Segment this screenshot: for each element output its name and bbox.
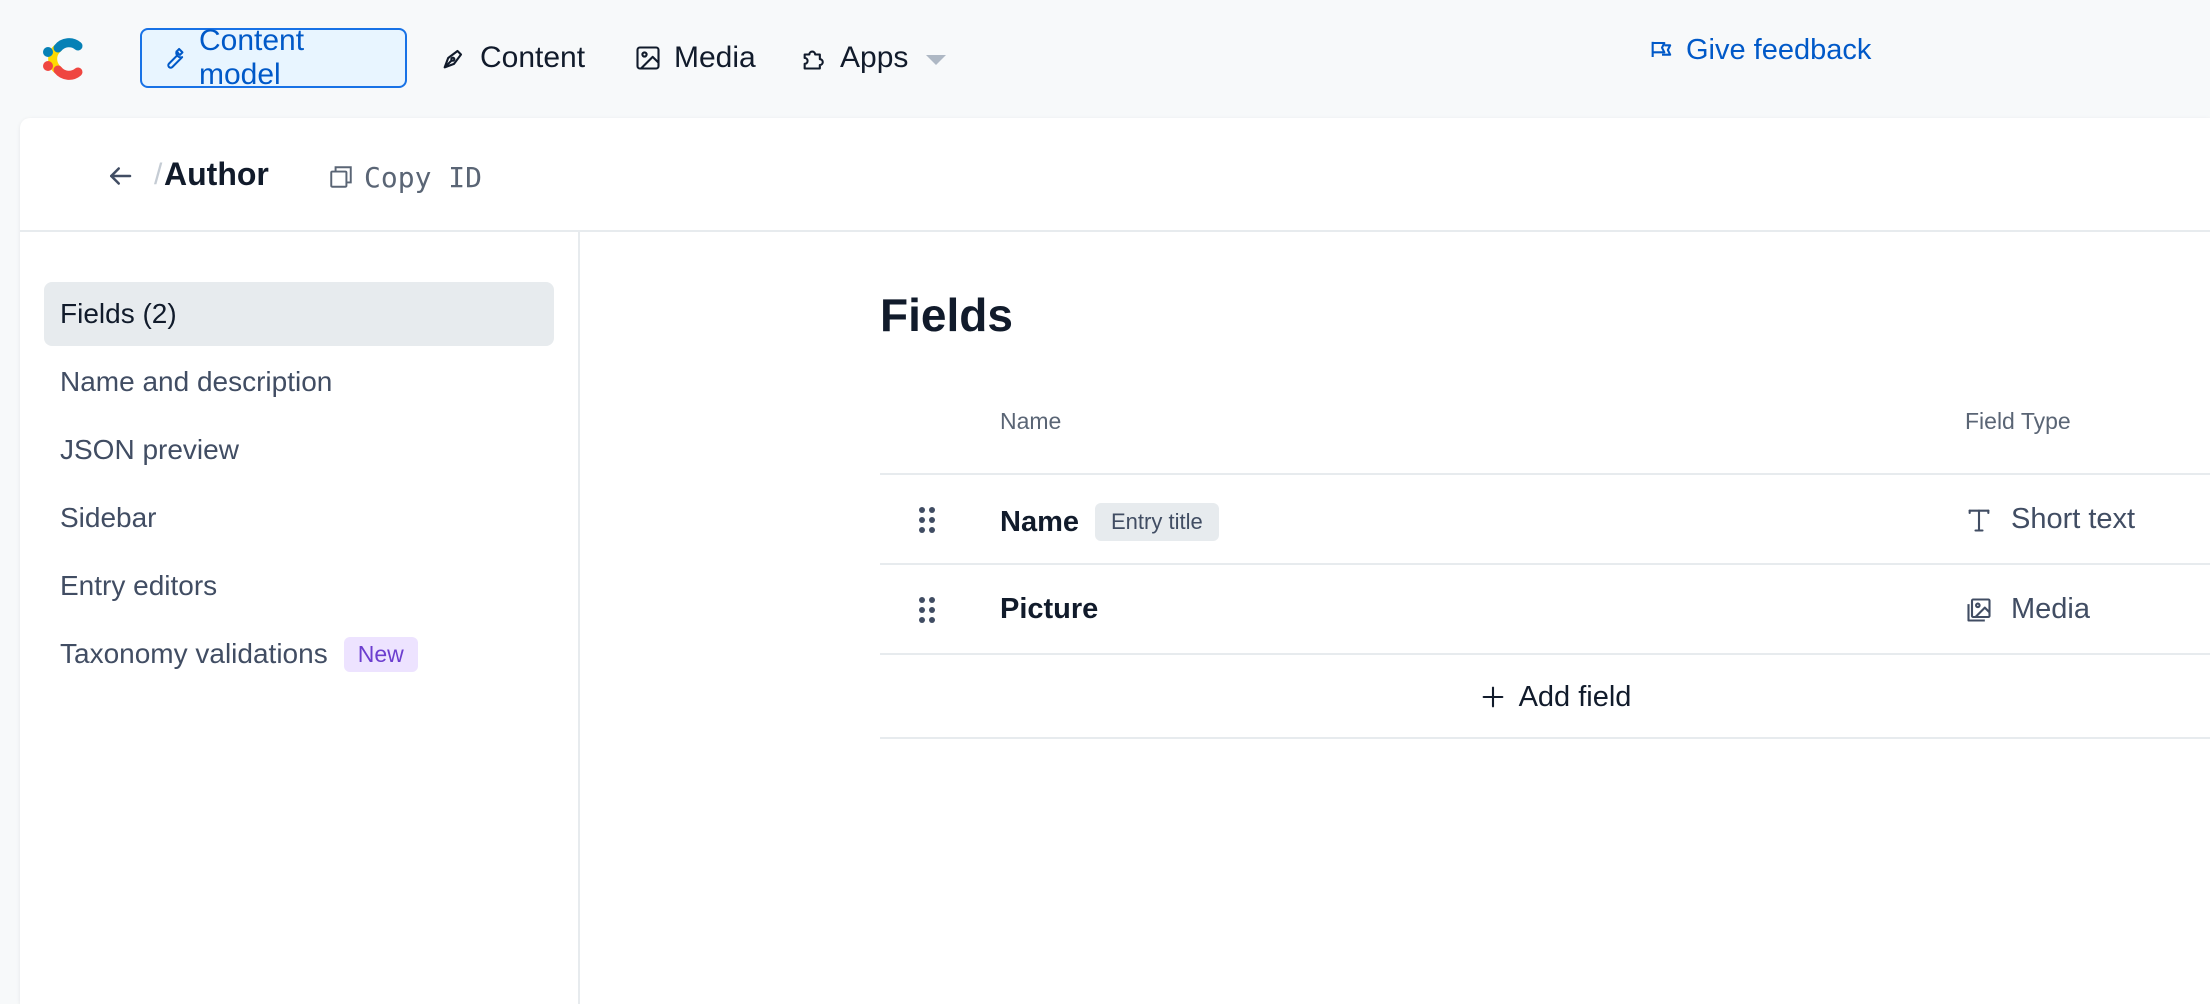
field-name-text: Name bbox=[1000, 505, 1079, 538]
sidebar-item-entry-editors[interactable]: Entry editors bbox=[44, 554, 554, 618]
sidebar-item-label: Fields (2) bbox=[60, 298, 177, 329]
back-button[interactable] bbox=[82, 154, 158, 198]
chevron-down-icon bbox=[926, 55, 947, 65]
nav-content-model[interactable]: Content model bbox=[140, 24, 407, 91]
top-navigation: Content model Content Media Apps Give fe… bbox=[0, 0, 2210, 118]
field-name: Picture bbox=[1000, 593, 1098, 626]
drag-handle-icon[interactable] bbox=[916, 505, 938, 535]
field-name: Name Entry title bbox=[1000, 503, 1219, 541]
copy-id-label: Copy ID bbox=[364, 160, 483, 194]
field-name-text: Picture bbox=[1000, 593, 1099, 625]
give-feedback-link[interactable]: Give feedback bbox=[1648, 28, 1871, 72]
wrench-icon bbox=[167, 47, 184, 69]
nav-label: Content bbox=[480, 41, 586, 74]
arrow-left-icon bbox=[110, 167, 132, 185]
text-t-icon bbox=[1968, 509, 1990, 532]
sidebar-item-label: Taxonomy validations bbox=[60, 638, 328, 669]
panel-header: / Author Copy ID bbox=[20, 118, 2210, 232]
feedback-label: Give feedback bbox=[1686, 33, 1872, 66]
fields-heading: Fields bbox=[880, 289, 1013, 341]
content-type-panel: / Author Copy ID Fields (2) Name and des… bbox=[20, 118, 2210, 1004]
nav-label: Content model bbox=[198, 24, 305, 91]
copy-id-button[interactable]: Copy ID bbox=[328, 158, 482, 196]
table-row[interactable]: Picture Media bbox=[880, 565, 2210, 655]
column-header-name: Name bbox=[1000, 408, 1062, 434]
sidebar-item-label: Entry editors bbox=[60, 570, 218, 601]
column-header-field-type: Field Type bbox=[1965, 408, 2071, 434]
sidebar-item-json-preview[interactable]: JSON preview bbox=[44, 418, 554, 482]
nav-content[interactable]: Content bbox=[440, 28, 585, 88]
entry-title-badge: Entry title bbox=[1095, 503, 1219, 541]
field-type: Media bbox=[1965, 593, 2090, 626]
copy-icon bbox=[330, 166, 352, 188]
sidebar-item-sidebar[interactable]: Sidebar bbox=[44, 486, 554, 550]
field-type-label: Media bbox=[2011, 593, 2090, 625]
sidebar-item-label: JSON preview bbox=[60, 434, 239, 465]
image-icon bbox=[636, 46, 660, 70]
drag-handle-icon[interactable] bbox=[916, 595, 938, 625]
sidebar-item-label: Name and description bbox=[60, 366, 333, 397]
nav-apps[interactable]: Apps bbox=[800, 28, 947, 88]
sidebar: Fields (2) Name and description JSON pre… bbox=[20, 232, 580, 1004]
page-title: Author bbox=[164, 156, 269, 192]
image-icon bbox=[1967, 597, 1991, 622]
contentful-logo[interactable] bbox=[40, 34, 88, 84]
field-type-label: Short text bbox=[2011, 503, 2136, 535]
sidebar-item-label: Sidebar bbox=[60, 502, 157, 533]
pen-nib-icon bbox=[443, 49, 463, 69]
sidebar-item-name-and-description[interactable]: Name and description bbox=[44, 350, 554, 414]
table-row[interactable]: Name Entry title Short text bbox=[880, 475, 2210, 565]
nav-label: Media bbox=[674, 41, 756, 74]
add-field-button[interactable]: Add field bbox=[880, 657, 2210, 739]
megaphone-icon bbox=[1651, 41, 1672, 57]
add-field-label: Add field bbox=[1518, 680, 1632, 713]
nav-media[interactable]: Media bbox=[634, 28, 756, 88]
new-badge: New bbox=[343, 636, 418, 672]
sidebar-item-taxonomy-validations[interactable]: Taxonomy validations New bbox=[44, 622, 554, 686]
nav-label: Apps bbox=[840, 41, 909, 74]
plus-icon bbox=[1482, 686, 1503, 708]
breadcrumb-separator: / bbox=[154, 158, 163, 191]
field-type: Short text bbox=[1965, 503, 2135, 536]
sidebar-item-fields[interactable]: Fields (2) bbox=[44, 282, 554, 346]
puzzle-icon bbox=[803, 50, 824, 70]
